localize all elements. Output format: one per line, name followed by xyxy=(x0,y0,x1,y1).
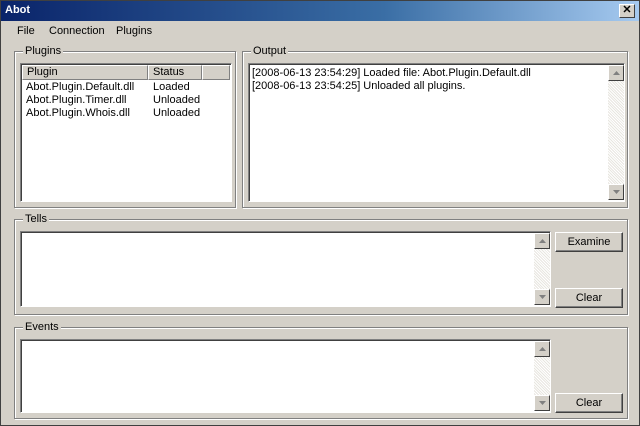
plugin-name: Abot.Plugin.Timer.dll xyxy=(26,94,127,106)
tells-group: Tells Examine Clear xyxy=(14,213,628,315)
plugins-group-label: Plugins xyxy=(23,45,64,57)
tells-clear-button[interactable]: Clear xyxy=(555,288,623,308)
plugins-listview[interactable]: Plugin Status Abot.Plugin.Default.dll Lo… xyxy=(20,63,232,202)
examine-button[interactable]: Examine xyxy=(555,232,623,252)
menu-plugins[interactable]: Plugins xyxy=(116,25,152,37)
events-group-label: Events xyxy=(23,321,61,333)
plugin-name: Abot.Plugin.Default.dll xyxy=(26,81,135,93)
plugin-status: Loaded xyxy=(153,81,190,93)
scroll-up-button[interactable] xyxy=(534,233,550,249)
scroll-down-button[interactable] xyxy=(534,289,550,305)
arrow-up-icon xyxy=(539,239,546,243)
menu-bar: File Connection Plugins xyxy=(1,21,639,41)
tells-textbox[interactable] xyxy=(20,231,551,307)
tells-group-label: Tells xyxy=(23,213,50,225)
arrow-up-icon xyxy=(613,71,620,75)
arrow-up-icon xyxy=(539,347,546,351)
events-textbox[interactable] xyxy=(20,339,551,413)
events-scrollbar[interactable] xyxy=(534,341,550,411)
scroll-down-button[interactable] xyxy=(534,395,550,411)
output-group: Output [2008-06-13 23:54:29] Loaded file… xyxy=(242,45,628,208)
tells-scrollbar[interactable] xyxy=(534,233,550,305)
window-title: Abot xyxy=(5,4,31,16)
arrow-down-icon xyxy=(539,295,546,299)
events-clear-button[interactable]: Clear xyxy=(555,393,623,413)
events-group: Events Clear xyxy=(14,321,628,419)
plugin-name: Abot.Plugin.Whois.dll xyxy=(26,107,130,119)
close-icon: ✕ xyxy=(622,4,632,16)
scroll-down-button[interactable] xyxy=(608,184,624,200)
output-scrollbar[interactable] xyxy=(608,65,624,200)
close-button[interactable]: ✕ xyxy=(619,4,635,18)
column-header-filler xyxy=(202,65,230,80)
menu-connection[interactable]: Connection xyxy=(49,25,105,37)
log-line: [2008-06-13 23:54:25] Unloaded all plugi… xyxy=(252,80,466,92)
plugin-status: Unloaded xyxy=(153,94,201,106)
arrow-down-icon xyxy=(539,401,546,405)
plugin-status: Unloaded xyxy=(153,107,201,119)
output-group-label: Output xyxy=(251,45,289,57)
column-header-status[interactable]: Status xyxy=(148,65,202,80)
scroll-up-button[interactable] xyxy=(534,341,550,357)
log-line: [2008-06-13 23:54:29] Loaded file: Abot.… xyxy=(252,67,531,79)
output-log[interactable]: [2008-06-13 23:54:29] Loaded file: Abot.… xyxy=(248,63,625,202)
main-window: Abot ✕ File Connection Plugins Plugins P… xyxy=(0,0,640,426)
arrow-down-icon xyxy=(613,190,620,194)
plugins-group: Plugins Plugin Status Abot.Plugin.Defaul… xyxy=(14,45,236,208)
column-header-plugin[interactable]: Plugin xyxy=(22,65,148,80)
title-bar[interactable]: Abot ✕ xyxy=(1,1,639,21)
scroll-up-button[interactable] xyxy=(608,65,624,81)
menu-file[interactable]: File xyxy=(17,25,35,37)
